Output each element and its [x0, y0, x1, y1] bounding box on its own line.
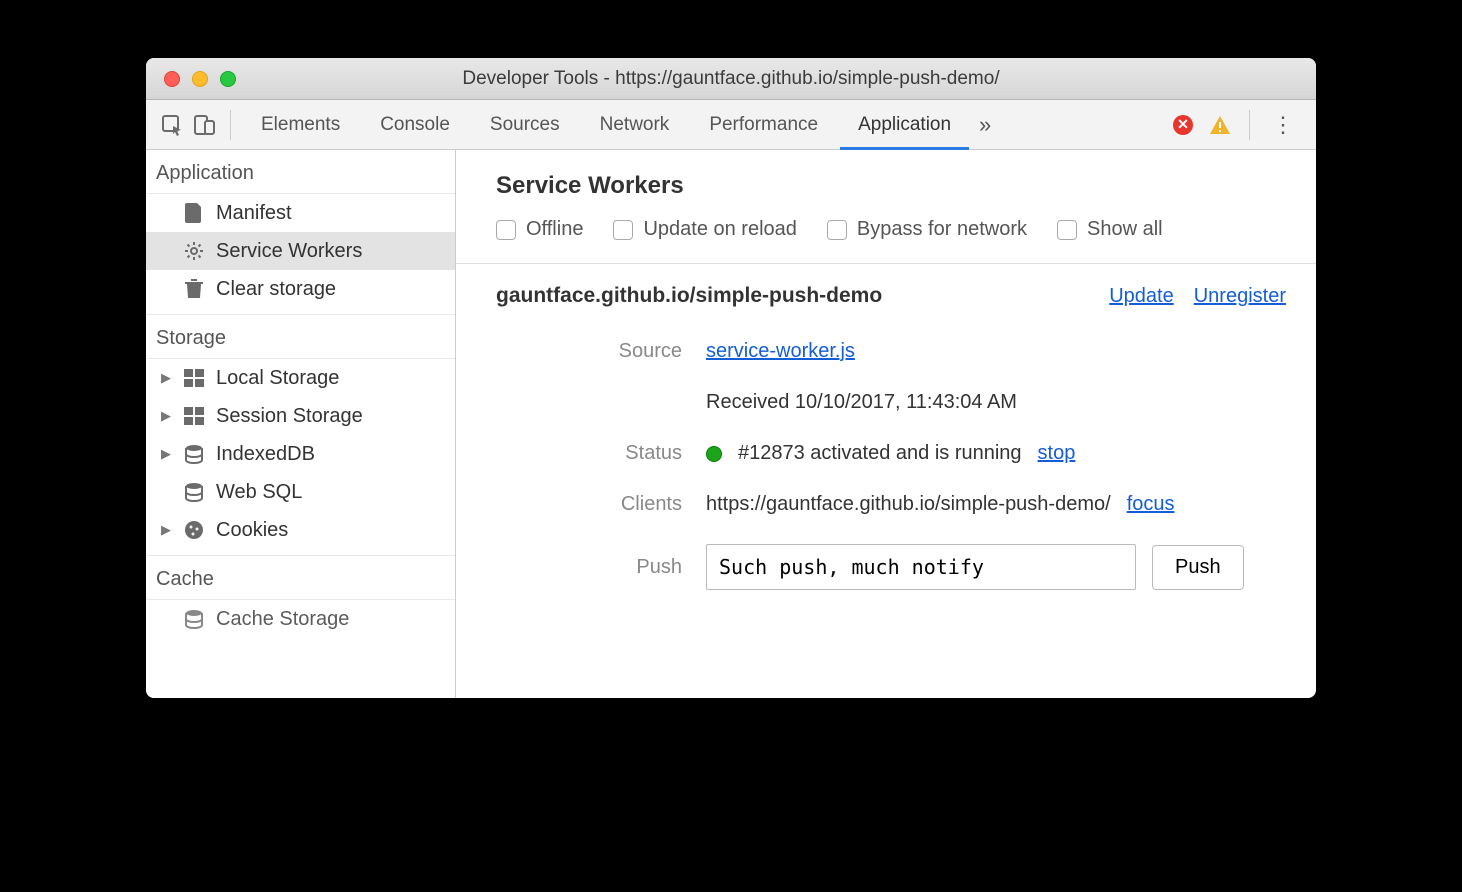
sidebar-item-session-storage[interactable]: ▶ Session Storage	[146, 397, 455, 435]
source-received: Received 10/10/2017, 11:43:04 AM	[706, 391, 1286, 414]
file-icon	[182, 203, 206, 223]
scope-name: gauntface.github.io/simple-push-demo	[496, 284, 882, 308]
separator	[230, 110, 231, 140]
sidebar-item-indexeddb[interactable]: ▶ IndexedDB	[146, 435, 455, 473]
sidebar-item-label: Service Workers	[216, 240, 362, 263]
main-panel: Service Workers Offline Update on reload…	[456, 150, 1316, 698]
trash-icon	[182, 279, 206, 299]
tab-sources[interactable]: Sources	[472, 100, 578, 150]
separator	[1249, 110, 1250, 140]
devtools-menu-icon[interactable]: ⋮	[1262, 112, 1304, 138]
bypass-for-network-label: Bypass for network	[857, 218, 1027, 241]
traffic-lights	[146, 71, 236, 87]
status-text: #12873 activated and is running	[738, 442, 1022, 465]
sidebar-group-storage: Storage ▶ Local Storage ▶ Session Storag…	[146, 315, 455, 556]
sidebar: Application ▶ Manifest ▶ Service Workers…	[146, 150, 456, 698]
sidebar-item-label: Cookies	[216, 519, 288, 542]
grid-icon	[182, 407, 206, 425]
status-label: Status	[496, 442, 706, 465]
options-row: Offline Update on reload Bypass for netw…	[496, 218, 1286, 241]
update-on-reload-label: Update on reload	[643, 218, 796, 241]
window-zoom-button[interactable]	[220, 71, 236, 87]
cookie-icon	[182, 520, 206, 540]
tab-elements[interactable]: Elements	[243, 100, 358, 150]
tabstrip: Elements Console Sources Network Perform…	[146, 100, 1316, 150]
sidebar-item-label: IndexedDB	[216, 443, 315, 466]
push-label: Push	[496, 556, 706, 579]
client-url: https://gauntface.github.io/simple-push-…	[706, 493, 1111, 516]
expand-icon[interactable]: ▶	[160, 370, 172, 386]
page-title: Service Workers	[496, 172, 1286, 200]
sidebar-item-web-sql[interactable]: ▶ Web SQL	[146, 473, 455, 511]
update-link[interactable]: Update	[1109, 285, 1174, 308]
devtools-window: Developer Tools - https://gauntface.gith…	[146, 58, 1316, 698]
sidebar-item-service-workers[interactable]: ▶ Service Workers	[146, 232, 455, 270]
titlebar: Developer Tools - https://gauntface.gith…	[146, 58, 1316, 100]
window-close-button[interactable]	[164, 71, 180, 87]
fields: Source service-worker.js Received 10/10/…	[456, 316, 1316, 624]
database-icon	[182, 482, 206, 502]
clients-label: Clients	[496, 493, 706, 516]
tab-performance[interactable]: Performance	[691, 100, 836, 150]
show-all-checkbox[interactable]: Show all	[1057, 218, 1163, 241]
source-row: Source service-worker.js Received 10/10/…	[496, 326, 1286, 428]
database-icon	[182, 609, 206, 629]
gear-icon	[182, 241, 206, 261]
window-title: Developer Tools - https://gauntface.gith…	[146, 68, 1316, 90]
sidebar-header-cache: Cache	[146, 556, 455, 600]
sidebar-item-manifest[interactable]: ▶ Manifest	[146, 194, 455, 232]
tab-network[interactable]: Network	[582, 100, 688, 150]
sidebar-item-label: Clear storage	[216, 278, 336, 301]
update-on-reload-checkbox[interactable]: Update on reload	[613, 218, 796, 241]
bypass-for-network-checkbox[interactable]: Bypass for network	[827, 218, 1027, 241]
stop-link[interactable]: stop	[1038, 442, 1076, 465]
offline-checkbox[interactable]: Offline	[496, 218, 583, 241]
clients-row: Clients https://gauntface.github.io/simp…	[496, 479, 1286, 530]
warning-icon[interactable]	[1209, 114, 1231, 136]
status-row: Status #12873 activated and is running s…	[496, 428, 1286, 479]
show-all-label: Show all	[1087, 218, 1163, 241]
sidebar-item-label: Cache Storage	[216, 608, 349, 631]
sidebar-group-cache: Cache ▶ Cache Storage	[146, 556, 455, 644]
sidebar-item-label: Manifest	[216, 202, 292, 225]
focus-link[interactable]: focus	[1127, 493, 1175, 516]
status-dot-icon	[706, 446, 722, 462]
sidebar-item-cookies[interactable]: ▶ Cookies	[146, 511, 455, 549]
offline-label: Offline	[526, 218, 583, 241]
error-badge[interactable]: ✕	[1173, 115, 1193, 135]
main-header: Service Workers Offline Update on reload…	[456, 150, 1316, 255]
sidebar-item-label: Session Storage	[216, 405, 363, 428]
database-icon	[182, 444, 206, 464]
push-row: Push Push	[496, 530, 1286, 604]
sidebar-group-application: Application ▶ Manifest ▶ Service Workers…	[146, 150, 455, 315]
expand-icon[interactable]: ▶	[160, 522, 172, 538]
more-tabs-icon[interactable]: »	[973, 112, 997, 138]
unregister-link[interactable]: Unregister	[1194, 285, 1286, 308]
inspect-element-icon[interactable]	[158, 111, 186, 139]
sidebar-item-clear-storage[interactable]: ▶ Clear storage	[146, 270, 455, 308]
sidebar-item-label: Local Storage	[216, 367, 339, 390]
sidebar-item-cache-storage[interactable]: ▶ Cache Storage	[146, 600, 455, 638]
tab-application[interactable]: Application	[840, 100, 969, 150]
sidebar-header-application: Application	[146, 150, 455, 194]
scope-actions: Update Unregister	[1109, 285, 1286, 308]
sidebar-header-storage: Storage	[146, 315, 455, 359]
sidebar-item-label: Web SQL	[216, 481, 302, 504]
expand-icon[interactable]: ▶	[160, 408, 172, 424]
tab-console[interactable]: Console	[362, 100, 468, 150]
push-button[interactable]: Push	[1152, 545, 1244, 590]
push-input[interactable]	[706, 544, 1136, 590]
sidebar-item-local-storage[interactable]: ▶ Local Storage	[146, 359, 455, 397]
scope-row: gauntface.github.io/simple-push-demo Upd…	[456, 264, 1316, 316]
expand-icon[interactable]: ▶	[160, 446, 172, 462]
body: Application ▶ Manifest ▶ Service Workers…	[146, 150, 1316, 698]
grid-icon	[182, 369, 206, 387]
device-toggle-icon[interactable]	[190, 111, 218, 139]
window-minimize-button[interactable]	[192, 71, 208, 87]
source-label: Source	[496, 340, 706, 363]
source-file-link[interactable]: service-worker.js	[706, 340, 855, 363]
